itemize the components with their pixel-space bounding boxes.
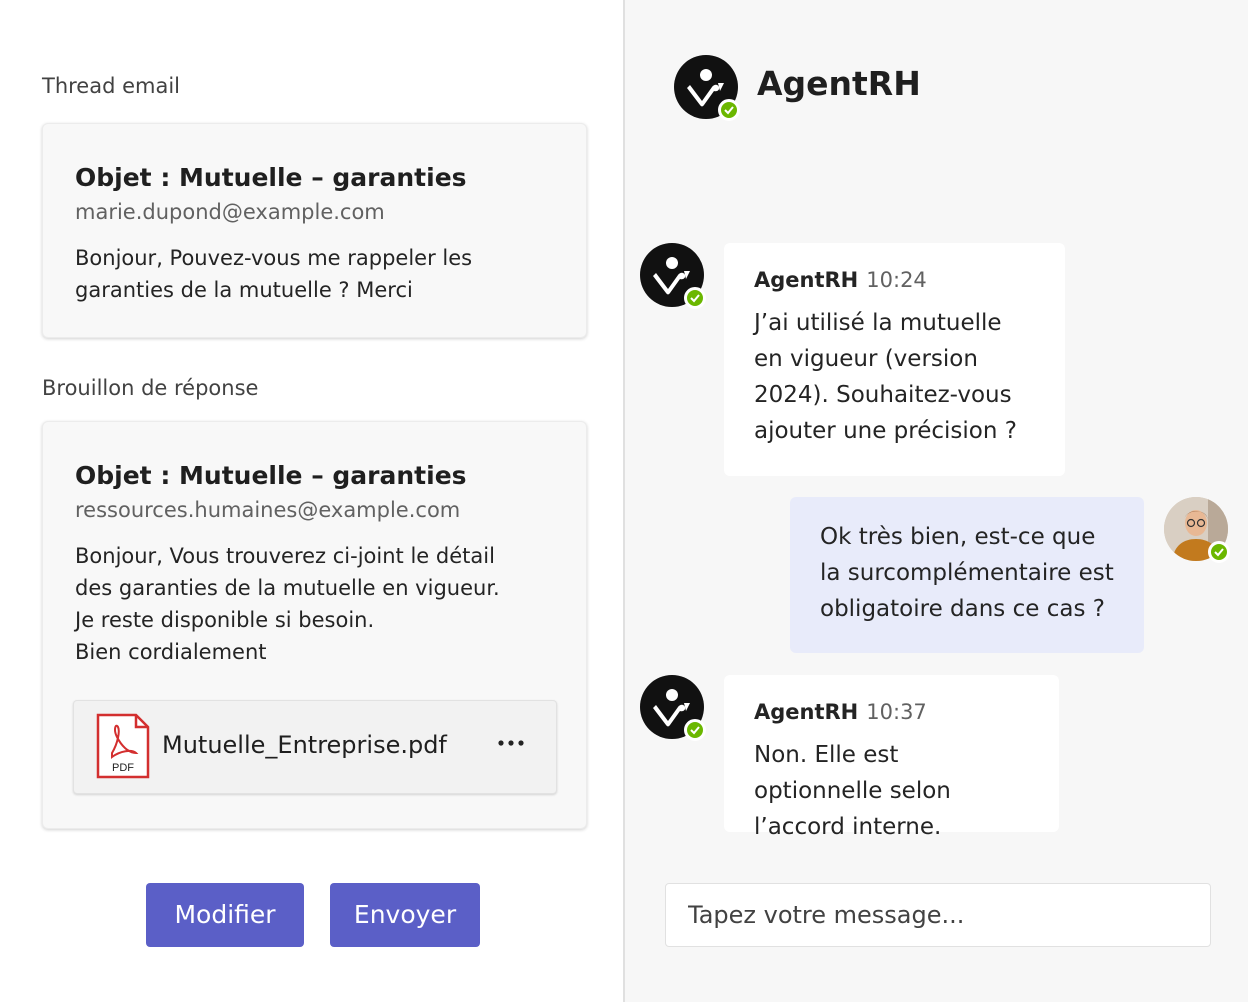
message-author: AgentRH	[754, 268, 859, 292]
draft-sender-email: ressources.humaines@example.com	[75, 498, 461, 522]
message-author: AgentRH	[754, 700, 859, 724]
pdf-file-icon: PDF	[96, 713, 150, 779]
message-text: Non. Elle est optionnelle selon l’accord…	[754, 742, 951, 840]
message-meta: AgentRH 10:37	[754, 697, 1029, 727]
agent-message-bubble[interactable]: AgentRH 10:24 J’ai utilisé la mutuelle en…	[724, 243, 1065, 476]
pdf-attachment[interactable]: PDF Mutuelle_Entreprise.pdf	[73, 700, 557, 794]
modify-button[interactable]: Modifier	[146, 883, 304, 947]
message-time: 10:24	[866, 268, 927, 292]
presence-available-icon	[718, 99, 740, 121]
thread-section-label: Thread email	[42, 74, 181, 98]
send-button[interactable]: Envoyer	[330, 883, 480, 947]
email-pane: Thread email Objet : Mutuelle – garantie…	[0, 0, 623, 1002]
thread-sender-email: marie.dupond@example.com	[75, 200, 385, 224]
agent-avatar-header	[674, 55, 740, 121]
thread-subject: Objet : Mutuelle – garanties	[75, 163, 467, 192]
draft-section-label: Brouillon de réponse	[42, 376, 259, 400]
message-input[interactable]	[665, 883, 1211, 947]
message-time: 10:37	[866, 700, 927, 724]
message-meta: AgentRH 10:24	[754, 265, 1035, 295]
message-text: J’ai utilisé la mutuelle en vigueur (ver…	[754, 310, 1017, 444]
draft-subject: Objet : Mutuelle – garanties	[75, 461, 467, 490]
thread-email-card[interactable]: Objet : Mutuelle – garanties marie.dupon…	[42, 123, 587, 338]
presence-available-icon	[684, 719, 706, 741]
draft-body-line: Je reste disponible si besoin.	[75, 608, 375, 632]
draft-body-line: Bonjour, Vous trouverez ci-joint le déta…	[75, 544, 495, 568]
draft-body-line: Bien cordialement	[75, 640, 267, 664]
agent-message-bubble[interactable]: AgentRH 10:37 Non. Elle est optionnelle s…	[724, 675, 1059, 840]
user-message-bubble[interactable]: Ok très bien, est-ce que la surcomplémen…	[790, 497, 1144, 653]
message-text: Ok très bien, est-ce que la surcomplémen…	[820, 524, 1114, 622]
thread-body: Bonjour, Pouvez-vous me rappeler les gar…	[75, 246, 473, 302]
presence-available-icon	[684, 287, 706, 309]
draft-body-line: des garanties de la mutuelle en vigueur.	[75, 576, 500, 600]
draft-reply-card[interactable]: Objet : Mutuelle – garanties ressources.…	[42, 421, 587, 829]
draft-body: Bonjour, Vous trouverez ci-joint le déta…	[75, 540, 545, 668]
pdf-icon-label: PDF	[112, 762, 134, 774]
agent-avatar	[640, 243, 706, 309]
chat-title: AgentRH	[757, 64, 921, 103]
presence-available-icon	[1208, 541, 1230, 563]
user-avatar	[1164, 497, 1230, 563]
more-options-icon[interactable]	[496, 733, 526, 753]
attachment-filename[interactable]: Mutuelle_Entreprise.pdf	[162, 731, 447, 759]
agent-avatar	[640, 675, 706, 741]
